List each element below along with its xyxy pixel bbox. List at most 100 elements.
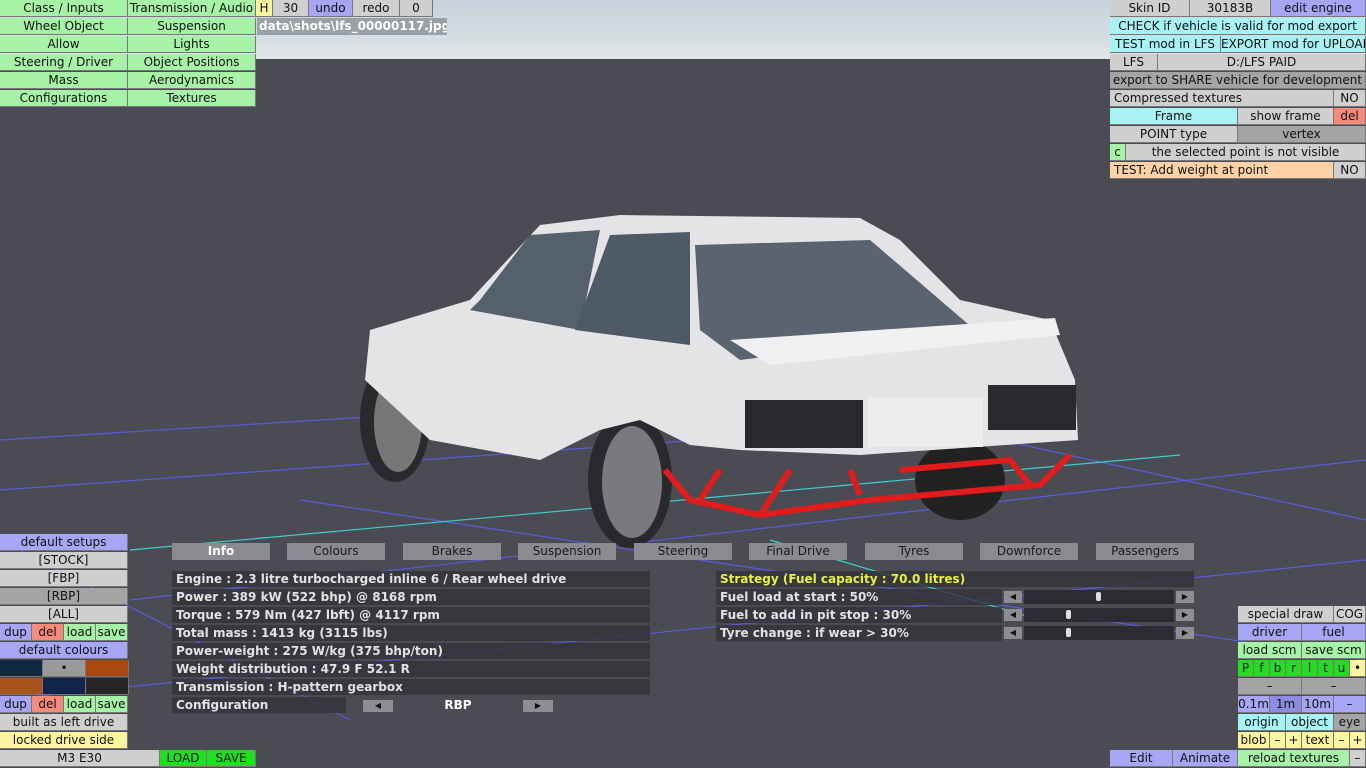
setup-load-button[interactable]: load xyxy=(64,624,96,641)
tab-info[interactable]: Info xyxy=(172,543,270,560)
compressed-textures-toggle[interactable]: NO xyxy=(1334,90,1366,107)
cog-button[interactable]: COG xyxy=(1334,606,1366,623)
tab-passengers[interactable]: Passengers xyxy=(1096,543,1194,560)
blob-minus-button[interactable]: – xyxy=(1270,732,1286,749)
menu-item[interactable]: Aerodynamics xyxy=(128,72,256,89)
colour-del-button[interactable]: del xyxy=(32,696,64,713)
slider-knob[interactable] xyxy=(1066,628,1071,637)
edit-engine-button[interactable]: edit engine xyxy=(1271,0,1366,17)
colour-dup-button[interactable]: dup xyxy=(0,696,32,713)
menu-item[interactable]: Allow xyxy=(0,36,128,53)
dash-right[interactable]: – xyxy=(1302,678,1366,695)
colour-load-button[interactable]: load xyxy=(64,696,96,713)
load-button[interactable]: LOAD xyxy=(160,750,207,767)
menu-item[interactable]: Steering / Driver xyxy=(0,54,128,71)
slider-left-arrow-icon[interactable]: ◀ xyxy=(1004,591,1022,603)
draw-toggle[interactable]: P xyxy=(1238,660,1254,677)
special-draw-button[interactable]: special draw xyxy=(1238,606,1334,623)
text-button[interactable]: text xyxy=(1302,732,1334,749)
colour-swatch[interactable] xyxy=(0,678,43,695)
animate-button[interactable]: Animate xyxy=(1173,750,1238,767)
tab-suspension[interactable]: Suspension xyxy=(518,543,616,560)
scale-button[interactable]: – xyxy=(1334,696,1366,713)
menu-item[interactable]: Transmission / Audio xyxy=(128,0,256,17)
test-weight-toggle[interactable]: NO xyxy=(1334,162,1366,179)
test-mod-button[interactable]: TEST mod in LFS xyxy=(1110,36,1221,53)
show-frame-button[interactable]: show frame xyxy=(1238,108,1334,125)
setup-save-button[interactable]: save xyxy=(96,624,128,641)
slider-knob[interactable] xyxy=(1096,592,1101,601)
setup-item[interactable]: [ALL] xyxy=(0,606,128,623)
scale-button[interactable]: 1m xyxy=(1270,696,1302,713)
origin-button[interactable]: origin xyxy=(1238,714,1286,731)
text-minus-button[interactable]: – xyxy=(1334,732,1350,749)
tab-brakes[interactable]: Brakes xyxy=(403,543,501,560)
colour-swatch[interactable] xyxy=(0,660,43,677)
count-field[interactable]: 30 xyxy=(273,0,309,17)
driver-button[interactable]: driver xyxy=(1238,624,1302,641)
draw-toggle[interactable]: b xyxy=(1270,660,1286,677)
minus-button[interactable]: – xyxy=(1350,750,1366,767)
slider-left-arrow-icon[interactable]: ◀ xyxy=(1004,627,1022,639)
menu-item[interactable]: Lights xyxy=(128,36,256,53)
redo-button[interactable]: redo xyxy=(353,0,400,17)
strategy-slider[interactable] xyxy=(1024,590,1174,604)
menu-item[interactable]: Class / Inputs xyxy=(0,0,128,17)
colour-swatch[interactable] xyxy=(86,660,129,677)
config-next-arrow-icon[interactable]: ▶ xyxy=(523,700,553,712)
slider-left-arrow-icon[interactable]: ◀ xyxy=(1004,609,1022,621)
eye-button[interactable]: eye xyxy=(1334,714,1366,731)
colour-swatch[interactable] xyxy=(43,678,86,695)
draw-toggle[interactable]: f xyxy=(1254,660,1270,677)
draw-toggle[interactable]: • xyxy=(1350,660,1366,677)
undo-button[interactable]: undo xyxy=(309,0,353,17)
skin-id-value[interactable]: 30183B xyxy=(1190,0,1271,17)
reload-textures-button[interactable]: reload textures xyxy=(1238,750,1350,767)
fuel-button[interactable]: fuel xyxy=(1302,624,1366,641)
colour-swatch[interactable]: • xyxy=(43,660,86,677)
c-button[interactable]: c xyxy=(1110,144,1126,161)
menu-item[interactable]: Suspension xyxy=(128,18,256,35)
dash-left[interactable]: – xyxy=(1238,678,1302,695)
car-name[interactable]: M3 E30 xyxy=(0,750,160,767)
scale-button[interactable]: 0.1m xyxy=(1238,696,1270,713)
slider-right-arrow-icon[interactable]: ▶ xyxy=(1176,591,1194,603)
check-vehicle-button[interactable]: CHECK if vehicle is valid for mod export xyxy=(1110,18,1366,35)
draw-toggle[interactable]: r xyxy=(1286,660,1302,677)
colour-save-button[interactable]: save xyxy=(96,696,128,713)
colour-swatch[interactable] xyxy=(86,678,129,695)
setup-item[interactable]: [STOCK] xyxy=(0,552,128,569)
lfs-button[interactable]: LFS xyxy=(1110,54,1158,71)
scale-button[interactable]: 10m xyxy=(1302,696,1334,713)
slider-knob[interactable] xyxy=(1066,610,1071,619)
left-drive-toggle[interactable]: built as left drive xyxy=(0,714,128,731)
tab-steering[interactable]: Steering xyxy=(634,543,732,560)
blob-button[interactable]: blob xyxy=(1238,732,1270,749)
menu-item[interactable]: Textures xyxy=(128,90,256,107)
menu-item[interactable]: Object Positions xyxy=(128,54,256,71)
tab-final-drive[interactable]: Final Drive xyxy=(749,543,847,560)
locked-drive-side-toggle[interactable]: locked drive side xyxy=(0,732,128,749)
draw-toggle[interactable]: u xyxy=(1334,660,1350,677)
draw-toggle[interactable]: t xyxy=(1318,660,1334,677)
edit-button[interactable]: Edit xyxy=(1110,750,1173,767)
blob-plus-button[interactable]: + xyxy=(1286,732,1302,749)
delete-frame-button[interactable]: del xyxy=(1334,108,1366,125)
export-share-button[interactable]: export to SHARE vehicle for development xyxy=(1110,72,1366,89)
slider-right-arrow-icon[interactable]: ▶ xyxy=(1176,609,1194,621)
menu-item[interactable]: Configurations xyxy=(0,90,128,107)
point-type-select[interactable]: vertex xyxy=(1238,126,1366,143)
save-button[interactable]: SAVE xyxy=(207,750,256,767)
setup-item[interactable]: [RBP] xyxy=(0,588,128,605)
tab-downforce[interactable]: Downforce xyxy=(980,543,1078,560)
strategy-slider[interactable] xyxy=(1024,608,1174,622)
setup-dup-button[interactable]: dup xyxy=(0,624,32,641)
load-scm-button[interactable]: load scm xyxy=(1238,642,1302,659)
draw-toggle[interactable]: l xyxy=(1302,660,1318,677)
config-prev-arrow-icon[interactable]: ◀ xyxy=(363,700,393,712)
frame-button[interactable]: Frame xyxy=(1110,108,1238,125)
setup-item[interactable]: [FBP] xyxy=(0,570,128,587)
text-plus-button[interactable]: + xyxy=(1350,732,1366,749)
object-button[interactable]: object xyxy=(1286,714,1334,731)
lfs-path[interactable]: D:/LFS PAID xyxy=(1158,54,1366,71)
